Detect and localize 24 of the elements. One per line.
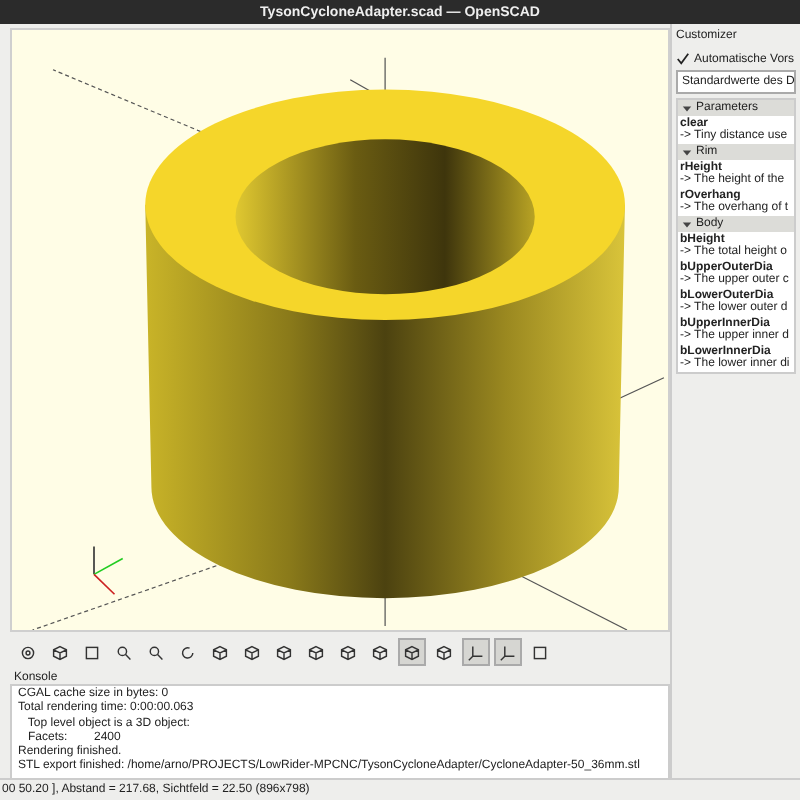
- expand-arrow-icon: [682, 219, 692, 229]
- magnifier-icon: [148, 643, 164, 661]
- axes-icon: [500, 643, 516, 661]
- checkmark-icon: [676, 52, 690, 66]
- expand-arrow-icon: [682, 147, 692, 157]
- axes-icon: [468, 643, 484, 661]
- cube-icon: [340, 643, 356, 661]
- cube-icon: [308, 643, 324, 661]
- expand-arrow-icon: [682, 103, 692, 113]
- cube-icon: [212, 643, 228, 661]
- square-icon: [532, 643, 548, 661]
- 3d-viewport[interactable]: [10, 28, 670, 632]
- magnifier-icon: [116, 643, 132, 661]
- frame-icon: [84, 643, 100, 661]
- toolbar-button[interactable]: [494, 638, 522, 666]
- toolbar-button[interactable]: [462, 638, 490, 666]
- axis-gizmo-icon: [93, 545, 124, 596]
- cube-icon: [52, 643, 68, 661]
- toolbar-button[interactable]: [398, 638, 426, 666]
- cube-icon: [404, 643, 420, 661]
- cube-icon: [372, 643, 388, 661]
- cube-icon: [244, 643, 260, 661]
- cube-icon: [436, 643, 452, 661]
- cube-icon: [276, 643, 292, 661]
